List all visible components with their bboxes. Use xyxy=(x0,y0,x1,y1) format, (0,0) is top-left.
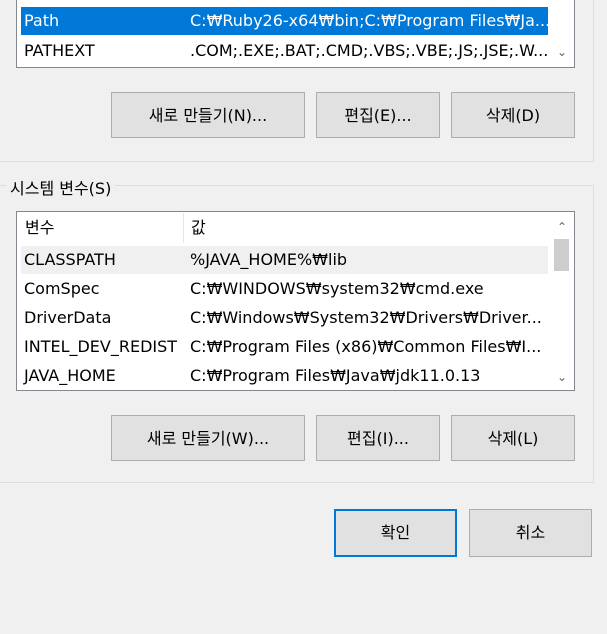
header-name[interactable]: 변수 xyxy=(25,213,54,243)
var-name: DriverData xyxy=(24,308,112,327)
vertical-scrollbar[interactable]: ⌄ xyxy=(550,0,574,67)
system-vars-list[interactable]: 변수 값 CLASSPATH %JAVA_HOME%₩lib ComSpec C… xyxy=(16,211,575,391)
list-item[interactable]: INTEL_DEV_REDIST C:₩Program Files (x86)₩… xyxy=(21,333,548,361)
list-item[interactable]: ComSpec C:₩WINDOWS₩system32₩cmd.exe xyxy=(21,275,548,303)
var-name: JAVA_HOME xyxy=(24,366,116,385)
var-value: %JAVA_HOME%₩lib xyxy=(190,250,348,269)
user-edit-button[interactable]: 편집(E)... xyxy=(316,92,440,138)
var-name: INTEL_DEV_REDIST xyxy=(24,337,178,356)
var-value: .COM;.EXE;.BAT;.CMD;.VBS;.VBE;.JS;.JSE;.… xyxy=(190,41,549,60)
system-vars-title: 시스템 변수(S) xyxy=(6,175,116,199)
chevron-up-icon[interactable]: ⌃ xyxy=(550,216,574,238)
var-name: CLASSPATH xyxy=(24,250,116,269)
ok-button[interactable]: 확인 xyxy=(334,509,457,557)
system-new-button[interactable]: 새로 만들기(W)... xyxy=(111,415,305,461)
list-item[interactable]: Path C:₩Ruby26-x64₩bin;C:₩Program Files₩… xyxy=(21,7,551,35)
list-item[interactable]: CLASSPATH %JAVA_HOME%₩lib xyxy=(21,246,548,274)
header-value[interactable]: 값 xyxy=(191,213,206,243)
var-value: C:₩Program Files₩Java₩jdk11.0.13 xyxy=(190,366,481,385)
system-delete-button[interactable]: 삭제(L) xyxy=(451,415,575,461)
var-value: C:₩WINDOWS₩system32₩cmd.exe xyxy=(190,279,484,298)
cancel-button[interactable]: 취소 xyxy=(469,509,592,557)
var-name: ComSpec xyxy=(24,279,100,298)
vertical-scrollbar[interactable]: ⌃ ⌄ xyxy=(550,212,574,390)
chevron-down-icon[interactable]: ⌄ xyxy=(550,366,574,388)
system-edit-button[interactable]: 편집(I)... xyxy=(316,415,440,461)
user-delete-button[interactable]: 삭제(D) xyxy=(451,92,575,138)
chevron-down-icon[interactable]: ⌄ xyxy=(550,41,574,63)
list-item[interactable]: PATHEXT .COM;.EXE;.BAT;.CMD;.VBS;.VBE;.J… xyxy=(21,37,548,65)
var-name: PATHEXT xyxy=(24,41,95,60)
var-value: C:₩Program Files (x86)₩Common Files₩I... xyxy=(190,337,542,356)
list-item[interactable]: DriverData C:₩Windows₩System32₩Drivers₩D… xyxy=(21,304,548,332)
user-vars-list[interactable]: Path C:₩Ruby26-x64₩bin;C:₩Program Files₩… xyxy=(16,0,575,68)
var-value: C:₩Windows₩System32₩Drivers₩Driver... xyxy=(190,308,542,327)
var-name: Path xyxy=(24,11,60,30)
list-item[interactable]: JAVA_HOME C:₩Program Files₩Java₩jdk11.0.… xyxy=(21,362,548,390)
var-value: C:₩Ruby26-x64₩bin;C:₩Program Files₩Ja... xyxy=(190,11,551,30)
scrollbar-thumb[interactable] xyxy=(554,239,569,271)
header-divider[interactable] xyxy=(183,213,184,243)
list-header: 변수 값 xyxy=(18,213,548,243)
user-new-button[interactable]: 새로 만들기(N)... xyxy=(111,92,305,138)
